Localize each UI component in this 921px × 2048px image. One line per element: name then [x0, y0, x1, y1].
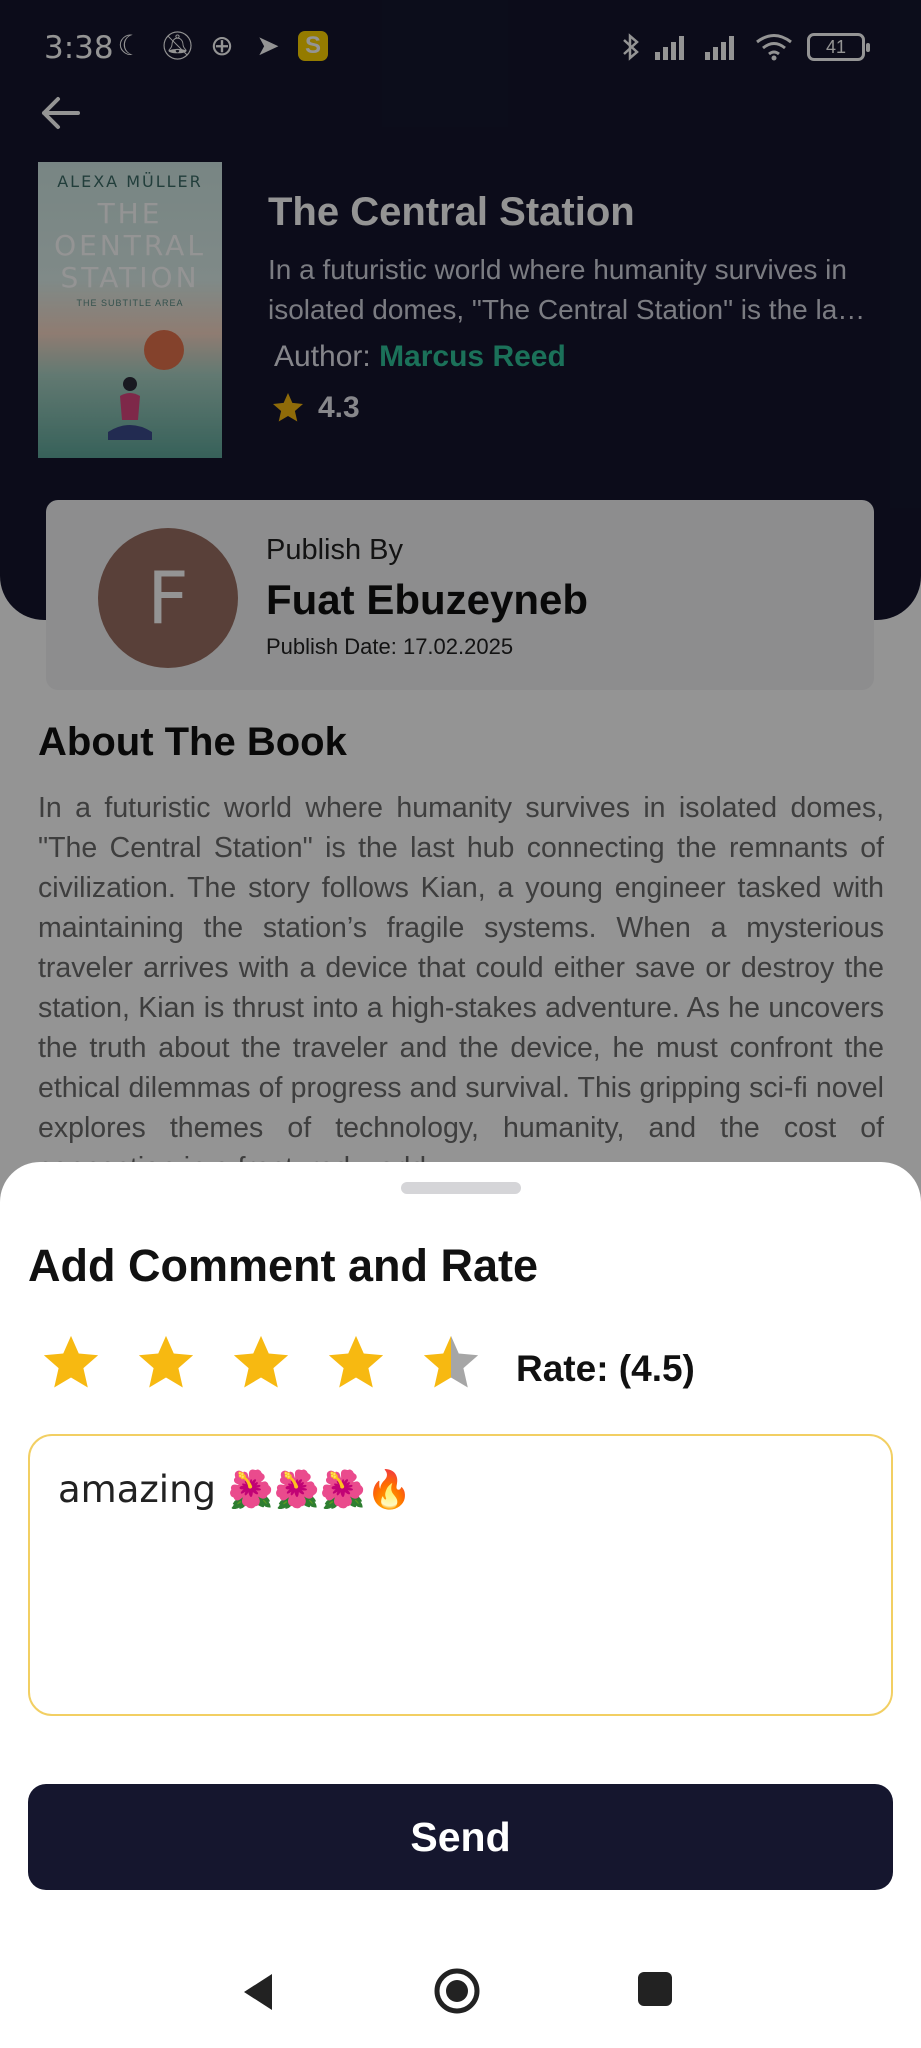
star-icon-3[interactable] — [230, 1332, 292, 1394]
drag-handle[interactable] — [401, 1182, 521, 1194]
comment-bottom-sheet: Add Comment and Rate Rate: (4.5) amazing… — [0, 1162, 921, 2048]
nav-back-icon[interactable] — [238, 1970, 278, 2014]
star-icon-1[interactable] — [40, 1332, 102, 1394]
half-star-icon-5[interactable] — [420, 1332, 482, 1394]
comment-input[interactable]: amazing 🌺🌺🌺🔥 — [28, 1434, 893, 1716]
star-icon-2[interactable] — [135, 1332, 197, 1394]
send-button[interactable]: Send — [28, 1784, 893, 1890]
nav-home-icon[interactable] — [432, 1966, 482, 2016]
system-navigation-bar — [0, 1940, 921, 2048]
comment-value: amazing 🌺🌺🌺🔥 — [58, 1468, 413, 1511]
rating-stars — [40, 1332, 482, 1394]
rate-label: Rate: (4.5) — [516, 1348, 695, 1389]
sheet-title: Add Comment and Rate — [28, 1240, 539, 1291]
star-icon-4[interactable] — [325, 1332, 387, 1394]
nav-recent-apps-icon[interactable] — [636, 1970, 674, 2008]
